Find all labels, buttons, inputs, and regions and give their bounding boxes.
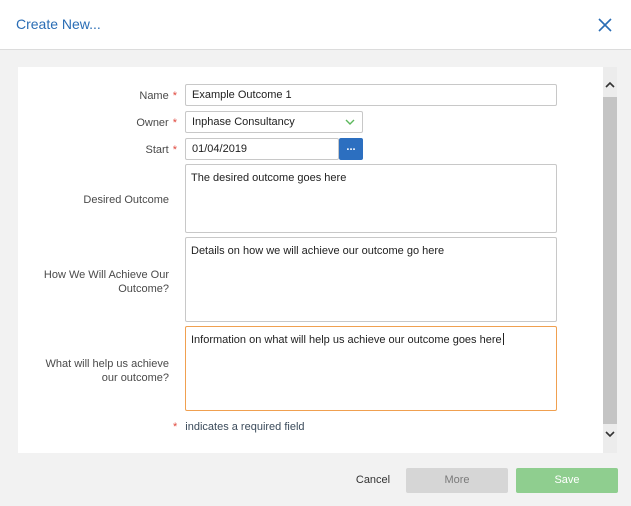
required-mark: * bbox=[172, 144, 177, 156]
start-date-value: 01/04/2019 bbox=[192, 143, 248, 155]
close-icon[interactable] bbox=[596, 16, 614, 34]
name-value: Example Outcome 1 bbox=[192, 89, 292, 101]
name-field[interactable]: Example Outcome 1 bbox=[185, 84, 557, 106]
chevron-down-icon bbox=[345, 119, 355, 125]
required-mark: * bbox=[173, 421, 178, 433]
chevron-down-icon[interactable] bbox=[603, 427, 617, 441]
desired-outcome-label: Desired Outcome bbox=[83, 194, 169, 206]
owner-value: Inphase Consultancy bbox=[192, 116, 295, 128]
required-mark: * bbox=[172, 90, 177, 102]
date-picker-button[interactable]: ... bbox=[339, 138, 363, 160]
desired-outcome-value: The desired outcome goes here bbox=[191, 172, 347, 184]
owner-label: Owner * bbox=[136, 117, 177, 129]
save-button[interactable]: Save bbox=[516, 468, 618, 493]
what-help-label: What will help us achieve our outcome? bbox=[45, 358, 169, 384]
what-help-textarea[interactable]: Information on what will help us achieve… bbox=[185, 326, 557, 411]
start-date-field[interactable]: 01/04/2019 bbox=[185, 138, 339, 160]
name-label: Name * bbox=[139, 90, 177, 102]
how-achieve-label: How We Will Achieve Our Outcome? bbox=[43, 269, 169, 295]
scrollbar-thumb[interactable] bbox=[603, 97, 617, 424]
desired-outcome-textarea[interactable]: The desired outcome goes here bbox=[185, 164, 557, 233]
required-mark: * bbox=[172, 117, 177, 129]
cancel-button[interactable]: Cancel bbox=[342, 468, 404, 493]
what-help-value: Information on what will help us achieve… bbox=[191, 334, 502, 346]
required-field-note: * indicates a required field bbox=[173, 421, 305, 433]
text-caret bbox=[502, 333, 504, 345]
owner-select[interactable]: Inphase Consultancy bbox=[185, 111, 363, 133]
how-achieve-value: Details on how we will achieve our outco… bbox=[191, 245, 445, 257]
how-achieve-textarea[interactable]: Details on how we will achieve our outco… bbox=[185, 237, 557, 322]
dialog-header: Create New... bbox=[0, 0, 631, 50]
chevron-up-icon[interactable] bbox=[603, 78, 617, 92]
start-label: Start * bbox=[145, 144, 177, 156]
dialog-title: Create New... bbox=[16, 16, 101, 32]
more-button[interactable]: More bbox=[406, 468, 508, 493]
